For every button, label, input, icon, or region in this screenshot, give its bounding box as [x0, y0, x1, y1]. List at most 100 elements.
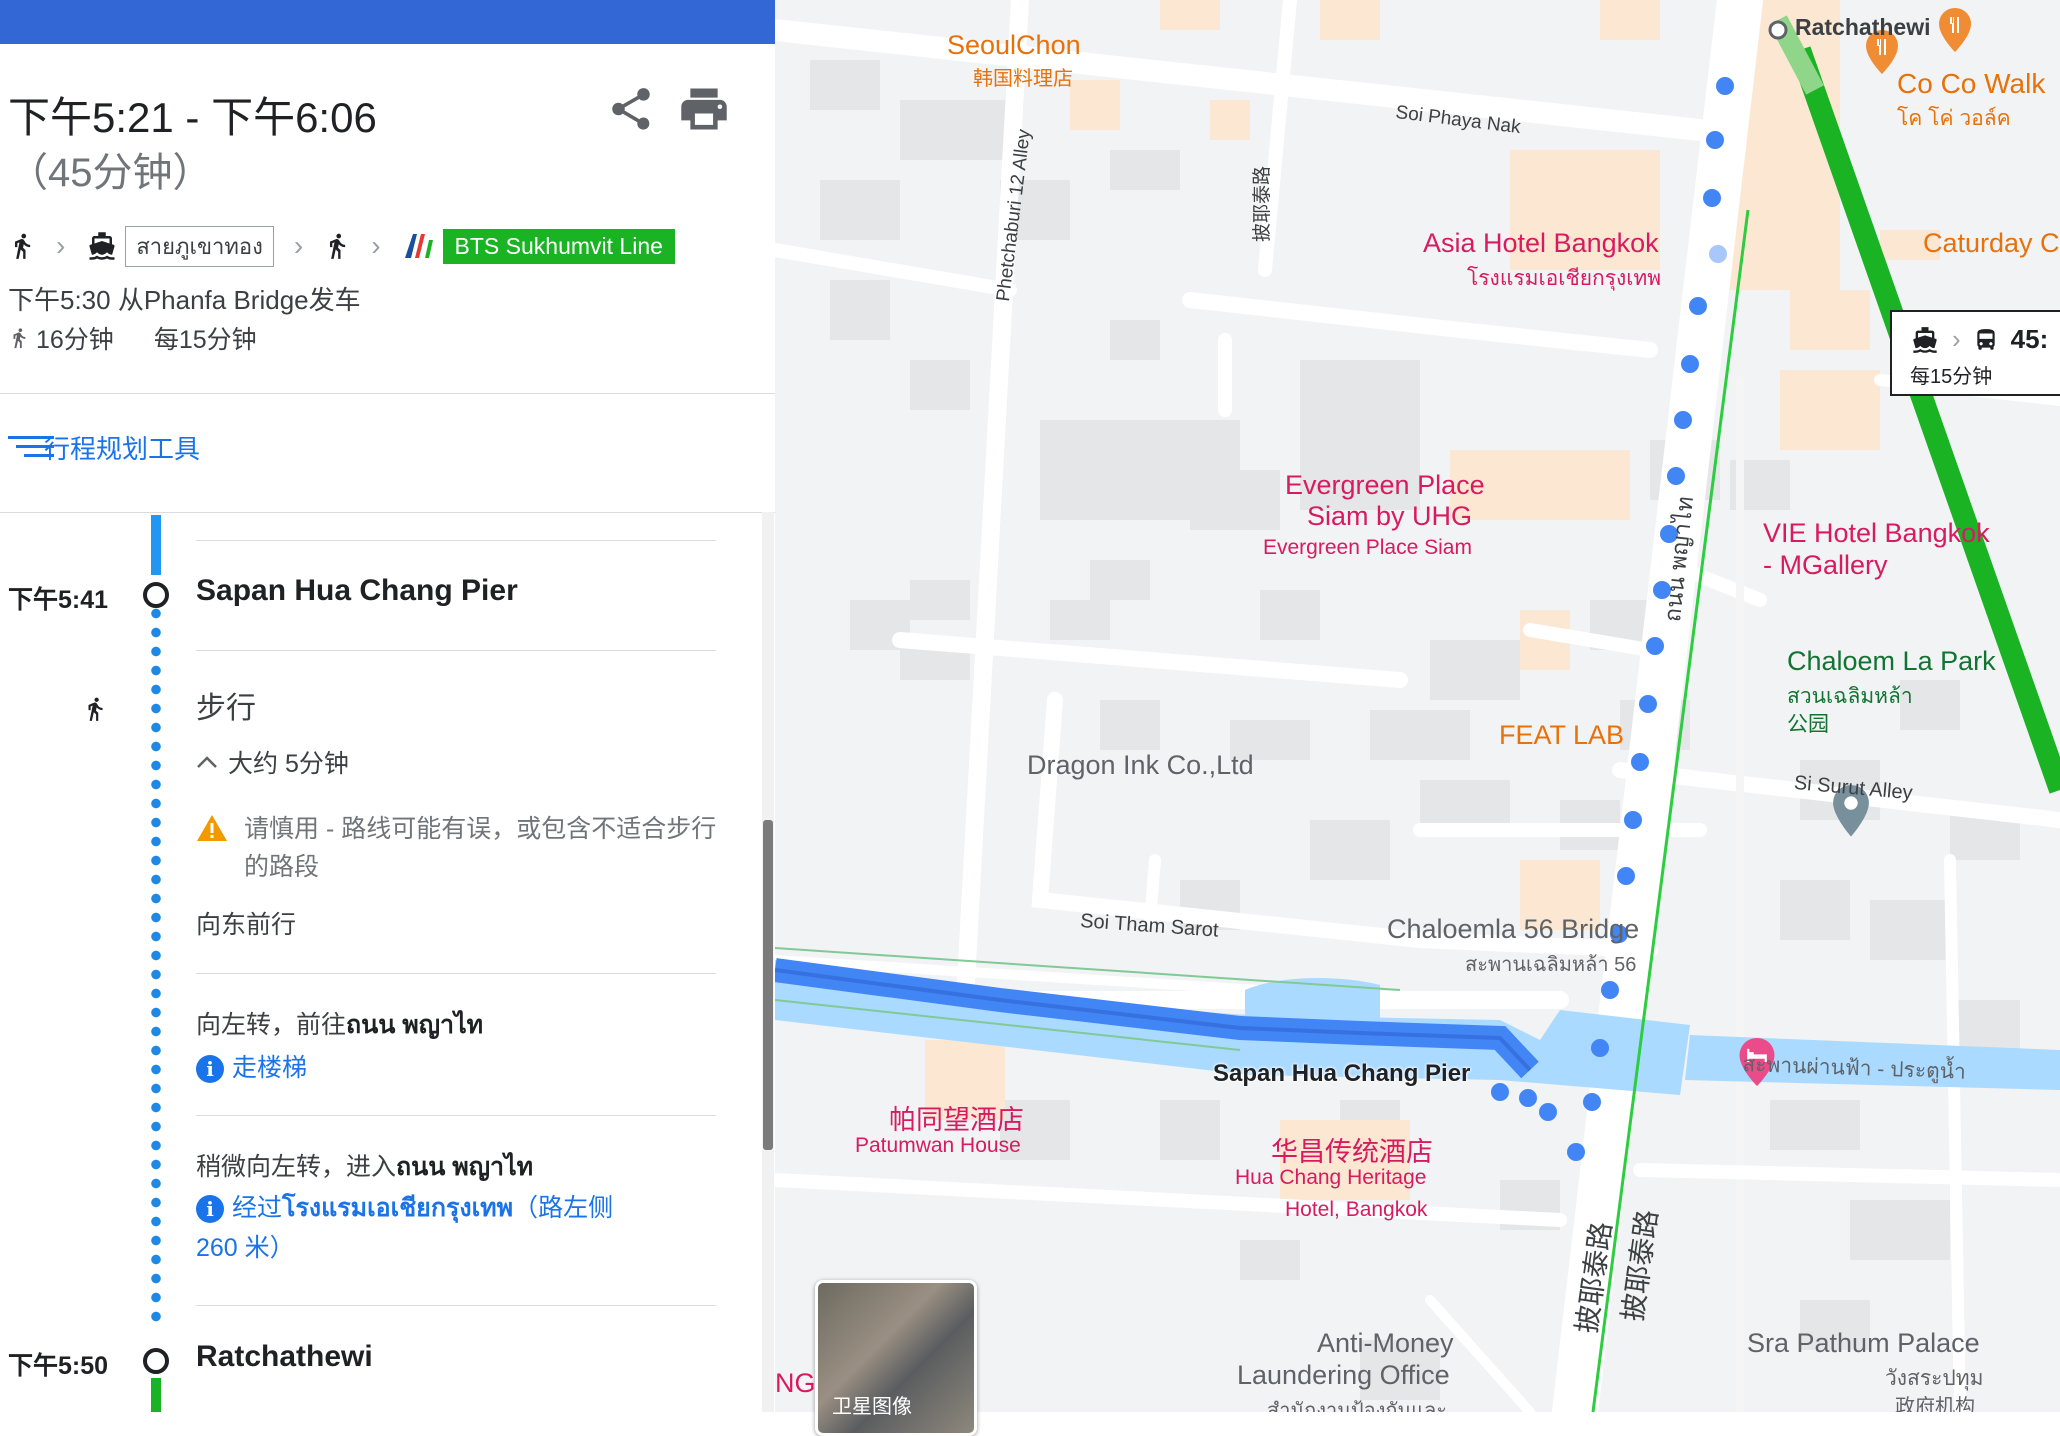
- walk-icon: [330, 233, 346, 259]
- popup-route: › 45:: [1910, 324, 2048, 355]
- map-label[interactable]: Anti-Money: [1317, 1328, 1454, 1359]
- warning-text: 请慎用 - 路线可能有误，或包含不适合步行的路段: [244, 815, 717, 881]
- stop-marker: [143, 1348, 169, 1374]
- map-label: สะพานเฉลิมหล้า 56: [1465, 954, 1637, 976]
- stop-time: 下午5:50: [8, 1352, 109, 1380]
- map-label[interactable]: Chaloem La Park: [1787, 646, 1996, 677]
- map-canvas[interactable]: SeoulChon 韩国料理店 Ratchathewi Co Co Walk โ…: [775, 0, 2060, 1412]
- divider: [0, 393, 775, 394]
- landmark-link[interactable]: โรงแรมเอเชียกรุงเทพ: [282, 1194, 513, 1222]
- info-icon: i: [196, 1195, 224, 1224]
- stop-name[interactable]: Ratchathewi: [196, 1340, 373, 1374]
- pass-prefix: 经过: [232, 1194, 283, 1222]
- walk-step-title: 步行: [196, 692, 256, 725]
- walk-frequency-info: 16分钟 每15分钟: [8, 320, 257, 356]
- bus-icon: [1977, 328, 1995, 350]
- boat-icon: [89, 232, 115, 260]
- walk-total: 16分钟: [36, 326, 114, 354]
- chevron-right-icon: ›: [293, 230, 304, 261]
- map-label: 政府机构: [1895, 1396, 1975, 1412]
- map-label: - MGallery: [1763, 550, 1888, 580]
- departure-info: 下午5:30 从Phanfa Bridge发车: [8, 285, 361, 315]
- map-label: โค โค่ วอล์ค: [1897, 107, 2011, 130]
- map-label: สำนักงานป้องกันและ: [1267, 1400, 1448, 1412]
- walk-duration: 大约 5分钟: [228, 750, 349, 778]
- print-icon[interactable]: [676, 84, 732, 134]
- map-label[interactable]: Chaloemla 56 Bridge: [1387, 914, 1639, 945]
- restaurant-icon[interactable]: [1938, 8, 1972, 52]
- trip-planner-button[interactable]: 行程规划工具: [8, 432, 200, 464]
- divider: [196, 540, 716, 541]
- map-label[interactable]: Co Co Walk: [1897, 68, 2045, 100]
- map-label: Siam by UHG: [1307, 501, 1473, 531]
- popup-time: 45:: [2010, 324, 2049, 354]
- step-slight-left-text: 稍微向左转，进入: [196, 1153, 397, 1181]
- stop-time: 下午5:41: [8, 586, 109, 614]
- map-label[interactable]: VIE Hotel Bangkok: [1763, 518, 1990, 549]
- walk-icon: [88, 697, 103, 721]
- scrollbar-thumb[interactable]: [763, 820, 773, 1150]
- map-label[interactable]: Sapan Hua Chang Pier: [1213, 1060, 1470, 1088]
- chevron-up-icon: [197, 756, 217, 768]
- boat-line-chip: สายภูเขาทอง: [125, 225, 274, 267]
- chevron-right-icon: ›: [371, 230, 381, 261]
- boat-icon: [1913, 326, 1937, 353]
- bts-logo-icon: [404, 234, 433, 258]
- map-label[interactable]: Caturday C: [1923, 228, 2060, 259]
- step-slight-left-road: ถนน พญาไท: [396, 1153, 534, 1181]
- route-summary: › สายภูเขาทอง › › BTS Sukhumvit Line: [8, 225, 675, 267]
- map-label: Evergreen Place Siam: [1263, 536, 1472, 559]
- trip-duration: （45分钟）: [8, 151, 213, 195]
- map-label: NG: [775, 1368, 816, 1398]
- map-label[interactable]: Ratchathewi: [1795, 14, 1930, 41]
- stop-marker: [143, 582, 169, 608]
- timeline-boat-segment: [151, 515, 161, 575]
- satellite-toggle[interactable]: 卫星图像: [815, 1280, 977, 1436]
- walk-icon: [15, 233, 31, 259]
- stairs-text: 走楼梯: [232, 1054, 308, 1082]
- directions-panel: 下午5:21 - 下午6:06 （45分钟） › สายภูเขาทอง › ›…: [0, 0, 775, 1412]
- map-label: Patumwan House: [855, 1134, 1021, 1157]
- map-label[interactable]: Evergreen Place: [1285, 470, 1485, 501]
- map-label[interactable]: Sra Pathum Palace: [1747, 1328, 1980, 1359]
- step-turn-left: 向左转，前往ถนน พญาไท: [196, 1006, 483, 1044]
- bts-line-chip: BTS Sukhumvit Line: [442, 228, 675, 264]
- map-label[interactable]: Dragon Ink Co.,Ltd: [1027, 750, 1254, 781]
- divider: [196, 973, 716, 974]
- divider: [196, 1115, 716, 1116]
- divider: [196, 650, 716, 651]
- transit-popup[interactable]: › 45: 每15分钟: [1890, 310, 2060, 396]
- map-label: 公园: [1787, 713, 1829, 736]
- road-label: 披耶泰路: [1252, 165, 1273, 242]
- walk-icon: [13, 328, 26, 349]
- popup-frequency: 每15分钟: [1910, 366, 1993, 388]
- chevron-right-icon: ›: [56, 230, 66, 261]
- info-icon: i: [196, 1055, 224, 1084]
- map-label[interactable]: SeoulChon: [947, 30, 1081, 61]
- collapse-steps-button[interactable]: 大约 5分钟: [196, 744, 349, 780]
- map-label[interactable]: 帕同望酒店: [889, 1098, 1024, 1137]
- map-label: Hotel, Bangkok: [1285, 1198, 1428, 1221]
- divider: [196, 1305, 716, 1306]
- step-slight-left: 稍微向左转，进入ถนน พญาไท: [196, 1148, 533, 1186]
- share-icon[interactable]: [606, 84, 656, 134]
- map-label: Laundering Office: [1237, 1360, 1450, 1390]
- step-head-east: 向东前行: [196, 911, 297, 939]
- chevron-right-icon: ›: [1952, 324, 1961, 354]
- landmark-info: i 经过โรงแรมเอเชียกรุงเทพ（路左侧 260 米）: [196, 1188, 636, 1268]
- map-label[interactable]: Asia Hotel Bangkok: [1423, 228, 1659, 259]
- map-label[interactable]: FEAT LAB: [1499, 720, 1624, 751]
- stop-name[interactable]: Sapan Hua Chang Pier: [196, 574, 518, 608]
- stairs-info: i 走楼梯: [196, 1048, 307, 1088]
- map-label: Hua Chang Heritage: [1235, 1166, 1427, 1189]
- trip-time-range: 下午5:21 - 下午6:06: [8, 94, 377, 141]
- map-label: โรงแรมเอเชียกรุงเทพ: [1467, 267, 1662, 290]
- satellite-label: 卫星图像: [832, 1396, 912, 1418]
- timeline-bts-segment: [151, 1378, 161, 1412]
- divider: [0, 512, 775, 513]
- frequency: 每15分钟: [153, 326, 257, 354]
- top-bar: [0, 0, 775, 44]
- map-label[interactable]: 华昌传统酒店: [1271, 1130, 1433, 1169]
- map-label: 韩国料理店: [973, 68, 1073, 90]
- step-turn-left-text: 向左转，前往: [196, 1011, 347, 1039]
